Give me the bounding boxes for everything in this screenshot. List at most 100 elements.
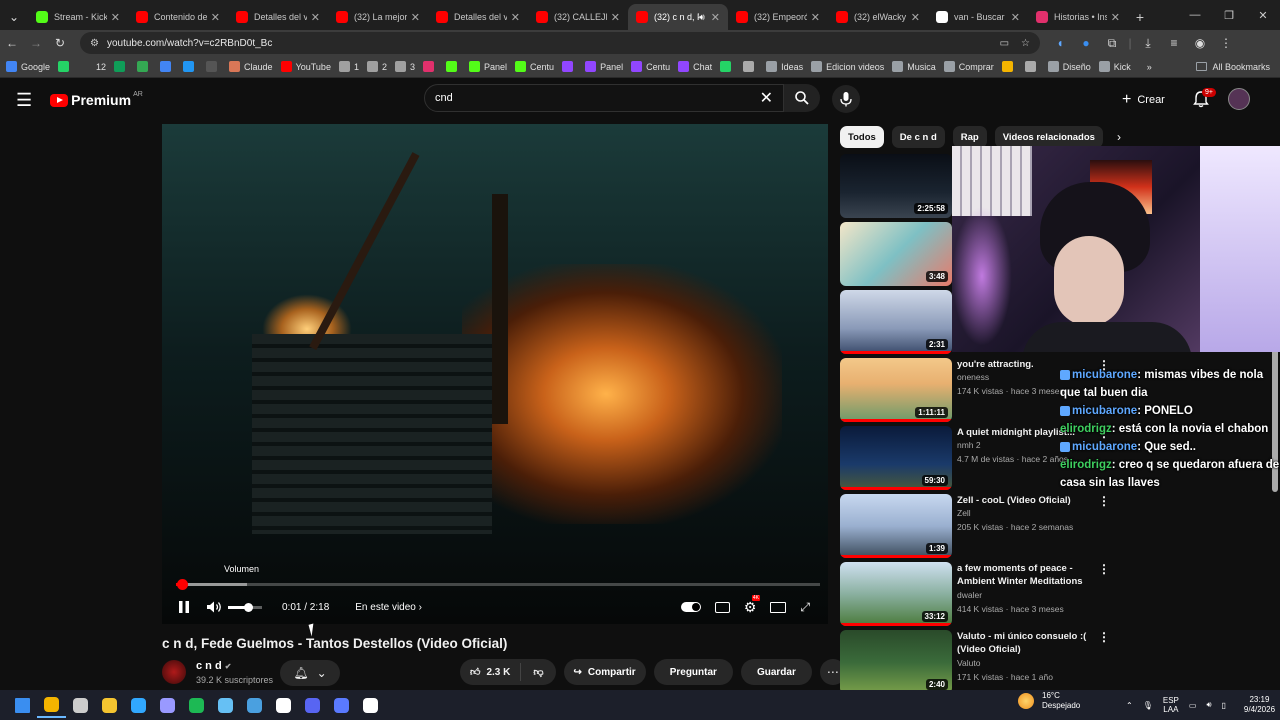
browser-tab[interactable]: Detalles del vi ✕ — [428, 4, 528, 30]
video-channel[interactable]: dwaler — [957, 590, 982, 600]
bookmark-item[interactable]: Ideas — [766, 61, 803, 72]
channel-name[interactable]: c n d ✔ — [196, 660, 231, 672]
maximize-icon[interactable]: ❐ — [1212, 9, 1246, 22]
browser-tab[interactable]: van - Buscar co ✕ — [928, 4, 1028, 30]
discord-taskbar-icon[interactable] — [298, 692, 327, 718]
close-tab-icon[interactable]: ✕ — [511, 11, 520, 24]
menu-icon[interactable]: ☰ — [16, 90, 32, 111]
bookmark-item[interactable]: Panel — [585, 61, 623, 72]
subscription-notification-button[interactable]: 🔔︎ ⌄ — [280, 660, 340, 686]
video-channel[interactable]: Zell — [957, 508, 971, 518]
site-info-icon[interactable]: ⚙ — [90, 38, 99, 49]
bookmark-item[interactable]: Panel — [469, 61, 507, 72]
recommended-video[interactable]: 33:12 a few moments of peace - Ambient W… — [840, 562, 1260, 626]
reload-icon[interactable]: ↻ — [48, 36, 72, 50]
browser-tab[interactable]: (32) CALLEJER ✕ — [528, 4, 628, 30]
filter-chip[interactable]: Todos — [840, 126, 884, 148]
bookmark-star-icon[interactable]: ☆ — [1021, 38, 1030, 49]
bookmark-item[interactable]: Google — [6, 61, 50, 72]
download-icon[interactable]: ⤓ — [1136, 36, 1160, 51]
bookmark-item[interactable]: Centu — [631, 61, 670, 72]
browser-tab[interactable]: Contenido del ✕ — [128, 4, 228, 30]
volume-button[interactable] — [206, 594, 224, 620]
bookmark-item[interactable] — [720, 61, 735, 72]
progress-bar[interactable] — [176, 579, 820, 590]
close-tab-icon[interactable]: ✕ — [1011, 11, 1020, 24]
notion-taskbar-icon[interactable] — [269, 692, 298, 718]
video-channel[interactable]: Valuto — [957, 658, 980, 668]
video-thumbnail[interactable]: 33:12 — [840, 562, 952, 626]
browser-menu-icon[interactable]: ⋮ — [1214, 36, 1238, 51]
close-tab-icon[interactable]: ✕ — [211, 11, 220, 24]
app-diamond-taskbar-icon[interactable] — [327, 692, 356, 718]
channel-avatar[interactable] — [162, 660, 186, 684]
premiere-taskbar-icon[interactable] — [153, 692, 182, 718]
ask-button[interactable]: Preguntar — [653, 659, 733, 685]
chevron-right-icon[interactable]: › — [1117, 130, 1121, 144]
speaker-icon[interactable]: 🔊︎ — [1206, 700, 1211, 710]
bookmark-item[interactable]: Chat — [678, 61, 712, 72]
bookmark-item[interactable]: 3 — [394, 61, 415, 72]
bookmark-item[interactable]: 2 — [366, 61, 387, 72]
minimize-icon[interactable]: — — [1178, 9, 1212, 21]
create-button[interactable]: + Crear — [1122, 87, 1165, 113]
browser-tab[interactable]: (32) Empeoró ✕ — [728, 4, 828, 30]
bookmark-item[interactable] — [114, 61, 129, 72]
chevron-up-icon[interactable]: ⌃ — [1126, 701, 1133, 710]
filter-chip[interactable]: Rap — [952, 126, 987, 148]
close-tab-icon[interactable]: ✕ — [611, 11, 620, 24]
video-menu-icon[interactable]: ⋮ — [1098, 494, 1110, 508]
bookmark-item[interactable]: Musica — [892, 61, 936, 72]
search-input[interactable]: cnd ✕ — [424, 84, 784, 112]
recommended-video[interactable]: 2:40 Valuto - mi único consuelo :( (Vide… — [840, 630, 1260, 694]
language-indicator[interactable]: ESP LAA — [1163, 696, 1179, 714]
autoplay-toggle[interactable] — [680, 602, 701, 612]
save-button[interactable]: Guardar — [740, 659, 812, 685]
filter-chip[interactable]: De c n d — [891, 126, 945, 148]
clock[interactable]: 23:19 9/4/2026 — [1244, 695, 1275, 715]
recommended-video[interactable]: 1:39 Zell - cooL (Video Oficial) Zell 20… — [840, 494, 1260, 558]
video-thumbnail[interactable]: 1:11:11 — [840, 358, 952, 422]
video-thumbnail[interactable]: 2:25:58 — [840, 154, 952, 218]
bookmark-item[interactable] — [206, 61, 221, 72]
close-tab-icon[interactable]: ✕ — [1111, 11, 1120, 24]
browser-tab[interactable]: (32) La mejor l ✕ — [328, 4, 428, 30]
browser-tab[interactable]: (32) elWacky ✕ — [828, 4, 928, 30]
search-button[interactable] — [784, 84, 820, 112]
bookmark-item[interactable] — [58, 61, 73, 72]
volume-slider[interactable] — [228, 602, 262, 612]
pause-button[interactable] — [176, 594, 192, 620]
video-title[interactable]: a few moments of peace - Ambient Winter … — [957, 562, 1095, 588]
bookmark-item[interactable]: Comprar — [943, 61, 994, 72]
video-thumbnail[interactable]: 3:48 — [840, 222, 952, 286]
chrome-taskbar-icon[interactable] — [37, 692, 66, 718]
photoshop-taskbar-icon[interactable] — [124, 692, 153, 718]
close-tab-icon[interactable]: ✕ — [311, 11, 320, 24]
more-bookmarks-button[interactable]: » — [1147, 62, 1152, 72]
browser-tab[interactable]: Stream - Kick L ✕ — [28, 4, 128, 30]
video-thumbnail[interactable]: 59:30 — [840, 426, 952, 490]
volume-knob[interactable] — [244, 602, 254, 612]
bookmark-item[interactable]: Claude — [229, 61, 273, 72]
close-tab-icon[interactable]: ✕ — [711, 11, 720, 24]
cast-icon[interactable]: ▭ — [1000, 38, 1009, 49]
dislike-button[interactable]: 👎︎ — [521, 666, 555, 678]
share-button[interactable]: ↪ Compartir — [563, 659, 646, 685]
close-window-icon[interactable]: ✕ — [1246, 9, 1280, 22]
video-title[interactable]: Valuto - mi único consuelo :( (Video Ofi… — [957, 630, 1095, 656]
video-menu-icon[interactable]: ⋮ — [1098, 562, 1110, 576]
close-tab-icon[interactable]: ✕ — [411, 11, 420, 24]
subtitles-icon[interactable] — [714, 601, 730, 613]
notepad-taskbar-icon[interactable] — [240, 692, 269, 718]
network-icon[interactable]: ▭ — [1189, 701, 1197, 710]
speaker-icon[interactable]: 🔊︎ — [699, 12, 705, 23]
fullscreen-icon[interactable]: ⤢ — [800, 600, 810, 615]
account-avatar[interactable] — [1228, 88, 1250, 110]
close-tab-icon[interactable]: ✕ — [811, 11, 820, 24]
back-icon[interactable]: ← — [0, 36, 24, 50]
bookmark-item[interactable] — [562, 61, 577, 72]
tab-search-icon[interactable]: ⌄ — [0, 4, 28, 30]
profile-avatar[interactable]: ◉ — [1188, 36, 1212, 51]
extension-icon[interactable]: ◖ — [1048, 36, 1072, 51]
bookmark-item[interactable] — [1001, 61, 1017, 72]
